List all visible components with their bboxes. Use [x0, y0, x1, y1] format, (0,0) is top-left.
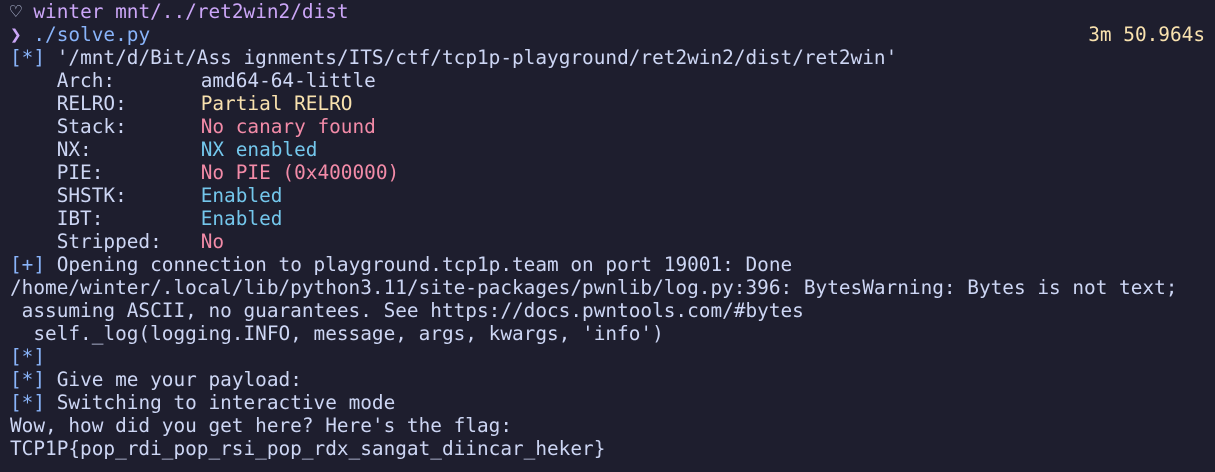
checksec-row: PIE: No PIE (0x400000): [10, 161, 1210, 184]
terminal-output: ♡ winter mnt/../ret2win2/dist ❯ ./solve.…: [10, 0, 1210, 460]
interactive-mode-text: Switching to interactive mode: [56, 391, 396, 414]
shell-prompt: ♡ winter mnt/../ret2win2/dist: [10, 0, 1210, 23]
checksec-row: RELRO: Partial RELRO: [10, 92, 1210, 115]
chevron-right-icon: ❯: [10, 23, 22, 46]
checksec-value: No PIE (0x400000): [200, 161, 400, 184]
checksec-label: SHSTK:: [56, 184, 127, 207]
info-tag: [*]: [10, 345, 46, 368]
connection-text: Opening connection to playground.tcp1p.t…: [56, 253, 793, 276]
warning-line-2: assuming ASCII, no guarantees. See https…: [10, 299, 804, 322]
checksec-row: Stack: No canary found: [10, 115, 1210, 138]
checksec-row: Stripped: No: [10, 230, 1210, 253]
payload-prompt-line: [*] Give me your payload:: [10, 368, 1210, 391]
connection-line: [+] Opening connection to playground.tcp…: [10, 253, 1210, 276]
checksec-row: NX: NX enabled: [10, 138, 1210, 161]
info-tag: [*]: [10, 391, 46, 414]
elapsed-time: 3m 50.964s: [1088, 23, 1205, 46]
checksec-value: amd64-64-little: [200, 69, 376, 92]
checksec-label: RELRO:: [56, 92, 127, 115]
checksec-label: Stack:: [56, 115, 127, 138]
payload-prompt-text: Give me your payload:: [56, 368, 302, 391]
server-reply: Wow, how did you get here? Here's the fl…: [10, 414, 512, 437]
info-tag: [*]: [10, 46, 46, 69]
checksec-label: Arch:: [56, 69, 116, 92]
warning-line-1: /home/winter/.local/lib/python3.11/site-…: [10, 276, 1178, 299]
empty-info-line: [*]: [10, 345, 1210, 368]
prompt-path: mnt/../ret2win2/dist: [115, 0, 349, 23]
success-tag: [+]: [10, 253, 46, 276]
checksec-value: Partial RELRO: [200, 92, 353, 115]
checksec-label: NX:: [56, 138, 92, 161]
checksec-label: IBT:: [56, 207, 104, 230]
heart-icon: ♡: [10, 0, 22, 23]
checksec-value: Enabled: [200, 207, 283, 230]
flag-line: TCP1P{pop_rdi_pop_rsi_pop_rdx_sangat_dii…: [10, 437, 606, 460]
checksec-row: Arch: amd64-64-little: [10, 69, 1210, 92]
checksec-header: [*] '/mnt/d/Bit/Ass ignments/ITS/ctf/tcp…: [10, 46, 1210, 69]
binary-path: '/mnt/d/Bit/Ass ignments/ITS/ctf/tcp1p-p…: [56, 46, 898, 69]
command-text: ./solve.py: [33, 23, 151, 46]
warning-line-3: self._log(logging.INFO, message, args, k…: [10, 322, 664, 345]
checksec-row: IBT: Enabled: [10, 207, 1210, 230]
checksec-label: Stripped:: [56, 230, 162, 253]
prompt-user: winter: [33, 0, 104, 23]
checksec-value: No: [200, 230, 225, 253]
interactive-mode-line: [*] Switching to interactive mode: [10, 391, 1210, 414]
checksec-value: No canary found: [200, 115, 376, 138]
checksec-value: Enabled: [200, 184, 283, 207]
checksec-value: NX enabled: [200, 138, 318, 161]
checksec-label: PIE:: [56, 161, 104, 184]
terminal-window[interactable]: { "prompt": { "heart_glyph": "♡", "user"…: [0, 0, 1215, 472]
checksec-table: Arch: amd64-64-little RELRO: Partial RELRO…: [10, 69, 1210, 253]
checksec-row: SHSTK: Enabled: [10, 184, 1210, 207]
command-line: ❯ ./solve.py 3m 50.964s: [10, 23, 1210, 46]
info-tag: [*]: [10, 368, 46, 391]
